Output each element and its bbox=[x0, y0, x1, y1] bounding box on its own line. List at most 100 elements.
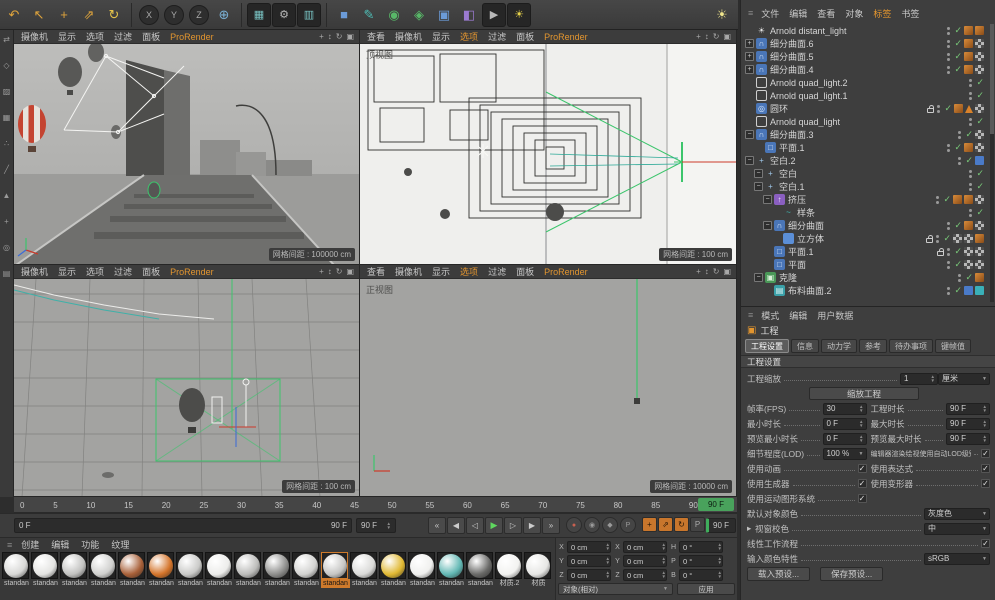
coordinate-field[interactable]: 0 cm bbox=[567, 541, 611, 553]
expand-toggle-icon[interactable]: + bbox=[745, 52, 754, 61]
expand-toggle-icon[interactable]: + bbox=[745, 39, 754, 48]
expand-toggle-icon[interactable]: + bbox=[745, 65, 754, 74]
value-field[interactable]: 90 F bbox=[946, 403, 990, 415]
goto-end-button[interactable]: » bbox=[542, 517, 560, 534]
checker-tag-icon[interactable] bbox=[975, 143, 984, 152]
value-field[interactable]: 30 bbox=[823, 403, 867, 415]
viewport-menu-item[interactable]: 查看 bbox=[362, 30, 390, 44]
current-frame-marker[interactable]: 90 F bbox=[698, 498, 734, 511]
checker-tag-icon[interactable] bbox=[975, 130, 984, 139]
object-row[interactable]: +□平面.1✓ bbox=[741, 141, 991, 154]
spinner-icon[interactable] bbox=[606, 557, 610, 565]
workplane-mode-icon[interactable]: ▦ bbox=[1, 112, 13, 124]
expand-toggle-icon[interactable]: − bbox=[754, 182, 763, 191]
enabled-check-icon[interactable]: ✓ bbox=[954, 246, 962, 257]
end-frame-field[interactable]: 90 F bbox=[356, 518, 396, 533]
visibility-dots-icon[interactable] bbox=[947, 287, 950, 295]
spinner-icon[interactable] bbox=[718, 543, 722, 551]
snap-icon[interactable]: ◎ bbox=[1, 242, 13, 254]
coordinate-field[interactable]: 0 ° bbox=[679, 555, 723, 567]
object-row[interactable]: +∩细分曲面.4✓ bbox=[741, 63, 991, 76]
edges-mode-icon[interactable]: ╱ bbox=[1, 164, 13, 176]
spinner-icon[interactable] bbox=[859, 420, 863, 428]
spinner-icon[interactable] bbox=[662, 571, 666, 579]
mat-tag-icon[interactable] bbox=[975, 234, 984, 243]
render-view-icon[interactable]: ▦ bbox=[247, 3, 271, 27]
prev-key-button[interactable]: ◀ bbox=[447, 517, 465, 534]
object-row[interactable]: −+空白.2✓ bbox=[741, 154, 991, 167]
scale-project-button[interactable]: 缩放工程 bbox=[809, 387, 919, 400]
viewport-light-icon[interactable]: ☀ bbox=[710, 3, 734, 27]
next-key-button[interactable]: ▶ bbox=[523, 517, 541, 534]
viewport-menu-item[interactable]: 过滤 bbox=[109, 30, 137, 44]
viewport-menu-item[interactable]: 选项 bbox=[455, 265, 483, 279]
enabled-check-icon[interactable]: ✓ bbox=[954, 285, 962, 296]
prev-frame-button[interactable]: ◁ bbox=[466, 517, 484, 534]
enabled-check-icon[interactable]: ✓ bbox=[976, 207, 984, 218]
spinner-icon[interactable] bbox=[606, 571, 610, 579]
mat-tag-icon[interactable] bbox=[975, 273, 984, 282]
object-row[interactable]: +▤布料曲面.2✓ bbox=[741, 284, 991, 297]
object-manager-scrollbar[interactable] bbox=[990, 24, 994, 302]
attribute-tab[interactable]: 键帧值 bbox=[935, 339, 971, 353]
visibility-dots-icon[interactable] bbox=[958, 274, 961, 282]
checker-tag-icon[interactable] bbox=[975, 52, 984, 61]
checker-tag-icon[interactable] bbox=[975, 260, 984, 269]
toggle-view-icon[interactable]: ▣ bbox=[346, 267, 354, 276]
goto-start-button[interactable]: « bbox=[428, 517, 446, 534]
material-item[interactable]: standan bbox=[31, 552, 60, 588]
object-manager-menu-item[interactable]: 查看 bbox=[812, 7, 840, 20]
light-icon[interactable]: ☀ bbox=[507, 3, 531, 27]
attribute-tab[interactable]: 待办事项 bbox=[889, 339, 933, 353]
viewport-menu-item[interactable]: 选项 bbox=[81, 30, 109, 44]
visibility-dots-icon[interactable] bbox=[936, 235, 939, 243]
visibility-dots-icon[interactable] bbox=[947, 248, 950, 256]
expand-toggle-icon[interactable]: − bbox=[745, 156, 754, 165]
value-field[interactable]: 中▼ bbox=[924, 523, 990, 535]
viewport-menu-item[interactable]: 摄像机 bbox=[16, 265, 53, 279]
record-keyframe-button[interactable]: ● bbox=[566, 517, 582, 533]
render-settings-icon[interactable]: ⚙ bbox=[272, 3, 296, 27]
zoom-view-icon[interactable]: ↕ bbox=[705, 32, 709, 41]
checkbox[interactable]: ✓ bbox=[981, 449, 990, 458]
pan-view-icon[interactable]: + bbox=[319, 32, 324, 41]
select-icon[interactable]: ↖ bbox=[27, 3, 51, 27]
value-field[interactable]: 90 F bbox=[946, 433, 990, 445]
viewport-menu-item[interactable]: 面板 bbox=[137, 265, 165, 279]
material-item[interactable]: standan bbox=[350, 552, 379, 588]
generator-icon[interactable]: ◈ bbox=[407, 3, 431, 27]
material-item[interactable]: standan bbox=[437, 552, 466, 588]
checkbox[interactable]: ✓ bbox=[981, 479, 990, 488]
material-item[interactable]: standan bbox=[408, 552, 437, 588]
spinner-icon[interactable] bbox=[718, 557, 722, 565]
toggle-view-icon[interactable]: ▣ bbox=[723, 32, 731, 41]
undo-icon[interactable]: ↶ bbox=[2, 3, 26, 27]
viewport-menu-item[interactable]: 摄像机 bbox=[390, 30, 427, 44]
enabled-check-icon[interactable]: ✓ bbox=[976, 77, 984, 88]
expand-toggle-icon[interactable]: − bbox=[754, 273, 763, 282]
pan-view-icon[interactable]: + bbox=[319, 267, 324, 276]
spinner-icon[interactable] bbox=[606, 543, 610, 551]
value-field[interactable]: 厘米▼ bbox=[938, 373, 990, 385]
enabled-check-icon[interactable]: ✓ bbox=[976, 181, 984, 192]
visibility-dots-icon[interactable] bbox=[947, 144, 950, 152]
autokey-button[interactable]: ◉ bbox=[584, 517, 600, 533]
enabled-check-icon[interactable]: ✓ bbox=[943, 233, 951, 244]
expand-toggle-icon[interactable]: − bbox=[754, 169, 763, 178]
mat-tag-icon[interactable] bbox=[964, 65, 973, 74]
object-row[interactable]: +□平面✓ bbox=[741, 258, 991, 271]
coordinate-field[interactable]: 0 cm bbox=[567, 555, 611, 567]
model-mode-icon[interactable]: ◇ bbox=[1, 60, 13, 72]
viewport-menu-item[interactable]: 显示 bbox=[427, 265, 455, 279]
coordinate-field[interactable]: 0 ° bbox=[679, 541, 723, 553]
object-manager-menu-item[interactable]: 对象 bbox=[840, 7, 868, 20]
checker-tag-icon[interactable] bbox=[964, 234, 973, 243]
enabled-check-icon[interactable]: ✓ bbox=[965, 272, 973, 283]
coordinate-field[interactable]: 0 cm bbox=[567, 569, 611, 581]
checker-tag-icon[interactable] bbox=[964, 247, 973, 256]
material-item[interactable]: standan bbox=[205, 552, 234, 588]
primitive-cube-icon[interactable]: ■ bbox=[332, 3, 356, 27]
object-row[interactable]: +◎圆环✓ bbox=[741, 102, 991, 115]
mat-tag-icon[interactable] bbox=[954, 104, 963, 113]
checker-tag-icon[interactable] bbox=[975, 65, 984, 74]
